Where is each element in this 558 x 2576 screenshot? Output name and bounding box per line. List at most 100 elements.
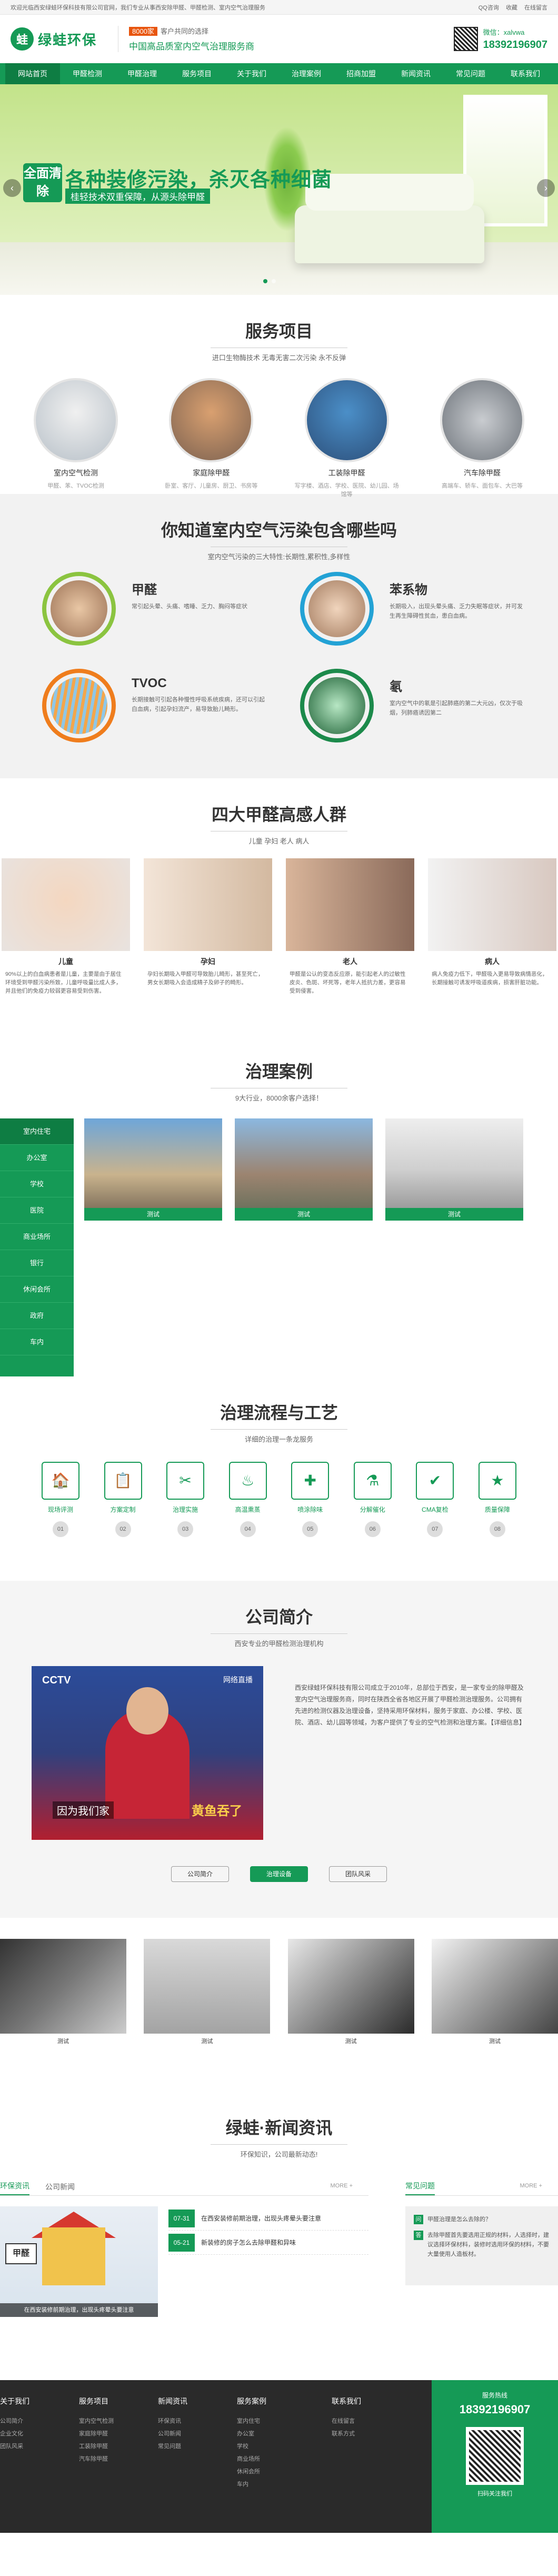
case-tab[interactable]: 政府 (0, 1303, 74, 1329)
faq-box: 问甲醛治理是怎么去除的？ 答去除甲醛首先要选用正规的材料，人选择时，建议选择环保… (405, 2206, 558, 2285)
footer-link[interactable]: 办公室 (237, 2428, 332, 2440)
nav-contact[interactable]: 联系我们 (498, 63, 553, 84)
service-item[interactable]: 室内空气检测 甲醛、苯、TVOC检测 (23, 378, 128, 489)
about-btn-intro[interactable]: 公司简介 (171, 1866, 229, 1882)
prev-arrow-icon[interactable]: ‹ (3, 179, 21, 197)
footer-link[interactable]: 常见问题 (158, 2440, 237, 2453)
pollution-subtitle: 室内空气污染的三大特性:长期性,累积性,多样性 (207, 553, 351, 561)
case-item[interactable]: 测试 (235, 1118, 373, 1376)
service-image (169, 378, 254, 462)
case-item[interactable]: 测试 (385, 1118, 523, 1376)
case-tab[interactable]: 车内 (0, 1329, 74, 1355)
service-sub: 写字楼、酒店、学校、医院、幼儿园、场馆等 (294, 483, 399, 498)
news-item[interactable]: 05-21 新装修的房子怎么去除甲醛和异味 (168, 2231, 368, 2255)
case-item[interactable]: 测试 (84, 1118, 222, 1376)
next-arrow-icon[interactable]: › (537, 179, 555, 197)
news-more-link[interactable]: MORE + (331, 2183, 353, 2192)
footer-link[interactable]: 车内 (237, 2478, 332, 2491)
service-item[interactable]: 汽车除甲醛 高端车、轿车、面包车、大巴等 (430, 378, 535, 489)
case-tab[interactable]: 银行 (0, 1250, 74, 1276)
footer-link[interactable]: 室内空气检测 (79, 2415, 158, 2428)
footer-link[interactable]: 在线留言 (332, 2415, 411, 2428)
group-name: 孕妇 (201, 957, 215, 966)
footer-link[interactable]: 团队风采 (0, 2440, 79, 2453)
about-btn-equipment[interactable]: 治理设备 (250, 1866, 308, 1882)
group-name: 儿童 (58, 957, 73, 966)
case-list: 测试 测试 测试 (74, 1118, 534, 1376)
faq-answer: 答去除甲醛首先要选用正规的材料，人选择时，建议选择环保材料，装修时选用环保的材料… (414, 2231, 550, 2259)
clipboard-icon: 📋 (104, 1462, 142, 1500)
tab-faq[interactable]: 常见问题 (405, 2181, 435, 2195)
sofa-image (295, 174, 484, 263)
tab-env-news[interactable]: 环保资讯 (0, 2181, 29, 2195)
step-number: 06 (364, 1521, 381, 1537)
nav-franchise[interactable]: 招商加盟 (334, 63, 388, 84)
case-tab[interactable]: 休闲会所 (0, 1276, 74, 1303)
equipment-image (287, 1939, 414, 2034)
pollutant-desc: 长期接触可引起各种慢性呼吸系统疾病，还可以引起白血病，引起孕妇流产，易导致胎儿畸… (132, 697, 265, 712)
case-image (235, 1118, 373, 1221)
equipment-item[interactable]: 测试 (287, 1939, 414, 2092)
nav-treat[interactable]: 甲醛治理 (115, 63, 170, 84)
footer-link[interactable]: 汽车除甲醛 (79, 2453, 158, 2465)
footer-link[interactable]: 联系方式 (332, 2428, 411, 2440)
case-tab[interactable]: 室内住宅 (0, 1118, 74, 1145)
qq-link[interactable]: QQ咨询 (479, 5, 499, 11)
person-head (126, 1687, 168, 1735)
banner-dot[interactable] (272, 279, 276, 283)
case-tab[interactable]: 学校 (0, 1171, 74, 1197)
nav-cases[interactable]: 治理案例 (279, 63, 334, 84)
faq-question[interactable]: 问甲醛治理是怎么去除的？ (414, 2215, 550, 2224)
case-tab[interactable]: 办公室 (0, 1145, 74, 1171)
group-desc: 90%以上的白血病患者是儿童，主要是由于居住环境受到甲醛污染所致，儿童呼吸量比成… (5, 971, 122, 994)
footer-col-title: 关于我们 (0, 2397, 29, 2405)
footer-link[interactable]: 公司新闻 (158, 2428, 237, 2440)
news-body: 甲醛 在西安装修前期治理，出现头疼晕头要注意 07-31 在西安装修前期治理，出现… (0, 2206, 368, 2317)
equipment-item[interactable]: 测试 (431, 1939, 558, 2092)
case-tab[interactable]: 医院 (0, 1197, 74, 1224)
footer-col: 关于我们 公司简介 企业文化 团队风采 (0, 2396, 79, 2533)
about-video[interactable]: CCTV 网络直播 因为我们家 黄鱼吞了 (32, 1666, 263, 1840)
footer-qr-icon (466, 2427, 524, 2485)
hotline-label: 服务热线 (482, 2392, 507, 2399)
about-btn-team[interactable]: 团队风采 (329, 1866, 387, 1882)
nav-home[interactable]: 网站首页 (5, 63, 60, 84)
equipment-item[interactable]: 测试 (0, 1939, 126, 2092)
faq-more-link[interactable]: MORE + (520, 2183, 542, 2192)
nav-detect[interactable]: 甲醛检测 (60, 63, 115, 84)
groups-subtitle: 儿童 孕妇 老人 病人 (248, 837, 310, 845)
news-title-link[interactable]: 新装修的房子怎么去除甲醛和异味 (201, 2238, 296, 2247)
tab-company-news[interactable]: 公司新闻 (45, 2182, 75, 2195)
footer-link[interactable]: 室内住宅 (237, 2415, 332, 2428)
favorite-link[interactable]: 收藏 (506, 5, 517, 11)
news-item[interactable]: 07-31 在西安装修前期治理，出现头疼晕头要注意 (168, 2206, 368, 2231)
service-item[interactable]: 工装除甲醛 写字楼、酒店、学校、医院、幼儿园、场馆等 (294, 378, 400, 498)
cases-title: 治理案例 (245, 1062, 313, 1081)
case-tab[interactable]: 商业场所 (0, 1224, 74, 1250)
message-link[interactable]: 在线留言 (524, 5, 547, 11)
footer-link[interactable]: 工装除甲醛 (79, 2440, 158, 2453)
services-title-block: 服务项目 进口生物酶技术 无毒无害二次污染 永不反弹 (0, 295, 558, 362)
news-title-link[interactable]: 在西安装修前期治理，出现头疼晕头要注意 (201, 2214, 321, 2223)
footer-link[interactable]: 公司简介 (0, 2415, 79, 2428)
footer-link[interactable]: 商业场所 (237, 2453, 332, 2465)
logo[interactable]: 蛙 绿蛙环保 8000家 客户共同的选择 中国高品质室内空气治理服务商 (11, 26, 254, 52)
nav-services[interactable]: 服务项目 (170, 63, 224, 84)
footer-link[interactable]: 企业文化 (0, 2428, 79, 2440)
nav-news[interactable]: 新闻资讯 (388, 63, 443, 84)
group-name: 病人 (485, 957, 500, 966)
footer-link[interactable]: 环保资讯 (158, 2415, 237, 2428)
footer-link[interactable]: 休闲会所 (237, 2465, 332, 2478)
footer-link[interactable]: 家庭除甲醛 (79, 2428, 158, 2440)
cases-section: 室内住宅 办公室 学校 医院 商业场所 银行 休闲会所 政府 车内 测试 测试 … (0, 1103, 558, 1376)
footer-link[interactable]: 学校 (237, 2440, 332, 2453)
process-step: 📋 方案定制 02 (99, 1462, 147, 1549)
process-steps: 🏠 现场评测 01 📋 方案定制 02 ✂ 治理实施 03 ♨ 高温熏蒸 04 ✚ 喷涂除味 05 … (0, 1444, 558, 1549)
news-date: 05-21 (168, 2233, 195, 2252)
nav-faq[interactable]: 常见问题 (443, 63, 498, 84)
equipment-item[interactable]: 测试 (144, 1939, 271, 2092)
service-item[interactable]: 家庭除甲醛 卧室、客厅、儿童房、厨卫、书房等 (158, 378, 264, 489)
news-feature-image[interactable]: 甲醛 在西安装修前期治理，出现头疼晕头要注意 (0, 2206, 158, 2317)
banner-dot[interactable] (263, 279, 267, 283)
nav-about[interactable]: 关于我们 (224, 63, 279, 84)
